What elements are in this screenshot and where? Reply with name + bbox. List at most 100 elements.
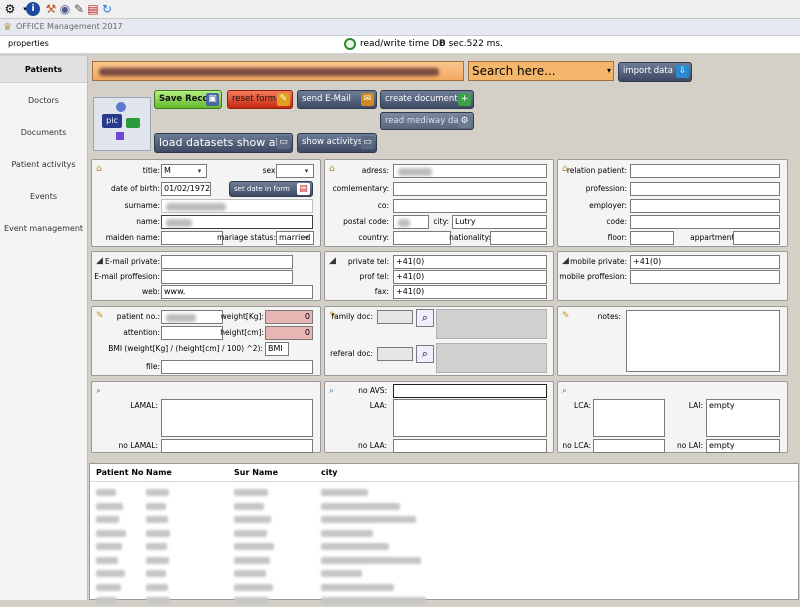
- no-lai-field[interactable]: empty: [706, 439, 780, 453]
- table-cell-redacted: [234, 502, 264, 510]
- fax-field[interactable]: +41(0): [393, 285, 547, 299]
- relation-patient-field[interactable]: [630, 164, 780, 178]
- attention-field[interactable]: [161, 326, 223, 340]
- family-doc-field[interactable]: [377, 310, 413, 324]
- nav-item-doctors[interactable]: Doctors: [0, 87, 87, 115]
- info-icon[interactable]: i: [26, 2, 40, 16]
- comlementary-field[interactable]: [393, 182, 547, 196]
- private-tel-field[interactable]: +41(0): [393, 255, 547, 269]
- country-field[interactable]: [393, 231, 451, 245]
- table-row[interactable]: [90, 500, 798, 513]
- postal-code-field[interactable]: [393, 215, 429, 229]
- send-email-button[interactable]: send E-Mail ✉: [297, 90, 377, 109]
- city-field[interactable]: Lutry: [452, 215, 547, 229]
- bmi-field[interactable]: BMI: [265, 342, 289, 356]
- name-field[interactable]: [161, 215, 313, 229]
- surname-field[interactable]: [161, 199, 313, 213]
- properties-menu[interactable]: properties: [8, 39, 49, 48]
- table-cell-redacted: [321, 489, 368, 496]
- settings-icon[interactable]: ⚙: [3, 2, 17, 16]
- laa-field[interactable]: [393, 399, 547, 437]
- nav-item-patient-activitys[interactable]: Patient activitys: [0, 151, 87, 179]
- import-data-button[interactable]: import data ⇩: [618, 62, 692, 82]
- patient-picture-area[interactable]: pic: [93, 97, 151, 151]
- table-row[interactable]: [90, 513, 798, 526]
- lai-field[interactable]: empty: [706, 399, 780, 437]
- set-date-label: set date in form: [234, 185, 290, 193]
- weight-field[interactable]: 0: [265, 310, 313, 324]
- adress-field[interactable]: [393, 164, 547, 178]
- col-name[interactable]: Name: [146, 468, 172, 477]
- table-row[interactable]: [90, 486, 798, 499]
- title-select[interactable]: M ▾: [161, 164, 207, 178]
- no-lamal-field[interactable]: [161, 439, 313, 453]
- email-private-field[interactable]: [161, 255, 293, 269]
- employer-field[interactable]: [630, 199, 780, 213]
- set-date-button[interactable]: set date in form ▤: [229, 181, 313, 197]
- table-cell-redacted: [96, 570, 125, 577]
- search-input[interactable]: Search here...: [472, 64, 556, 78]
- search-combo[interactable]: Search here... ▾: [468, 61, 614, 81]
- co-field[interactable]: [393, 199, 547, 213]
- col-city[interactable]: city: [321, 468, 338, 477]
- patient-no-field[interactable]: [161, 310, 223, 324]
- maiden-name-field[interactable]: [161, 231, 223, 245]
- camera-icon[interactable]: [126, 118, 140, 128]
- col-sur-name[interactable]: Sur Name: [234, 468, 278, 477]
- tools-icon[interactable]: ✎: [72, 2, 86, 16]
- marriage-status-select[interactable]: married ▾: [276, 231, 314, 245]
- dob-field[interactable]: 01/02/1972: [161, 182, 211, 196]
- table-row[interactable]: [90, 540, 798, 553]
- no-lca-field[interactable]: [593, 439, 665, 453]
- profession-field[interactable]: [630, 182, 780, 196]
- user-edit-icon[interactable]: ⚒: [44, 2, 58, 16]
- database-icon[interactable]: ◉: [58, 2, 72, 16]
- nav-item-patients[interactable]: Patients: [0, 55, 87, 83]
- table-row[interactable]: [90, 567, 798, 580]
- lca-field[interactable]: [593, 399, 665, 437]
- mobile-private-field[interactable]: +41(0): [630, 255, 780, 269]
- no-laa-field[interactable]: [393, 439, 547, 453]
- laa-panel: ⌕ no AVS: LAA: no LAA:: [324, 381, 554, 453]
- web-field[interactable]: www.: [161, 285, 313, 299]
- mobile-proffesion-field[interactable]: [630, 270, 780, 284]
- sex-select[interactable]: ▾: [276, 164, 314, 178]
- nav-item-documents[interactable]: Documents: [0, 119, 87, 147]
- person-body-icon: [116, 132, 124, 140]
- family-doc-search-icon[interactable]: ⌕: [416, 309, 434, 327]
- table-row[interactable]: [90, 554, 798, 567]
- calendar-icon[interactable]: ▤: [86, 2, 100, 16]
- save-record-button[interactable]: Save Record ▣: [154, 90, 222, 109]
- load-datasets-button[interactable]: load datasets show all ▭: [154, 133, 293, 153]
- appartment-field[interactable]: [733, 231, 780, 245]
- table-cell-redacted: [96, 489, 116, 496]
- show-activitys-button[interactable]: show activitys ▭: [297, 133, 377, 153]
- referal-doc-field[interactable]: [377, 347, 413, 361]
- table-cell-redacted: [321, 529, 373, 537]
- floor-field[interactable]: [630, 231, 674, 245]
- relation-patient-label: relation patient:: [566, 166, 627, 175]
- notes-field[interactable]: [626, 310, 780, 372]
- referal-doc-search-icon[interactable]: ⌕: [416, 345, 434, 363]
- col-patient-no[interactable]: Patient No: [96, 468, 144, 477]
- file-field[interactable]: [161, 360, 313, 374]
- reset-form-button[interactable]: reset form ✎: [227, 90, 293, 109]
- no-lai-label: no LAI:: [677, 441, 703, 450]
- chevron-down-icon[interactable]: ▾: [607, 66, 611, 75]
- create-document-button[interactable]: create document +: [380, 90, 474, 109]
- patient-selector[interactable]: [92, 61, 464, 81]
- code-field[interactable]: [630, 215, 780, 229]
- table-row[interactable]: [90, 581, 798, 594]
- height-field[interactable]: 0: [265, 326, 313, 340]
- table-row[interactable]: [90, 527, 798, 540]
- no-avs-field[interactable]: [393, 384, 547, 398]
- nav-item-events[interactable]: Events: [0, 183, 87, 211]
- read-mediway-button[interactable]: read mediway data ⚙: [380, 112, 474, 130]
- prof-tel-field[interactable]: +41(0): [393, 270, 547, 284]
- lamal-field[interactable]: [161, 399, 313, 437]
- email-proffesion-field[interactable]: [161, 270, 293, 284]
- nav-item-event-management[interactable]: Event management: [0, 215, 87, 243]
- table-row[interactable]: [90, 594, 798, 607]
- nationality-field[interactable]: [490, 231, 547, 245]
- refresh-icon[interactable]: ↻: [100, 2, 114, 16]
